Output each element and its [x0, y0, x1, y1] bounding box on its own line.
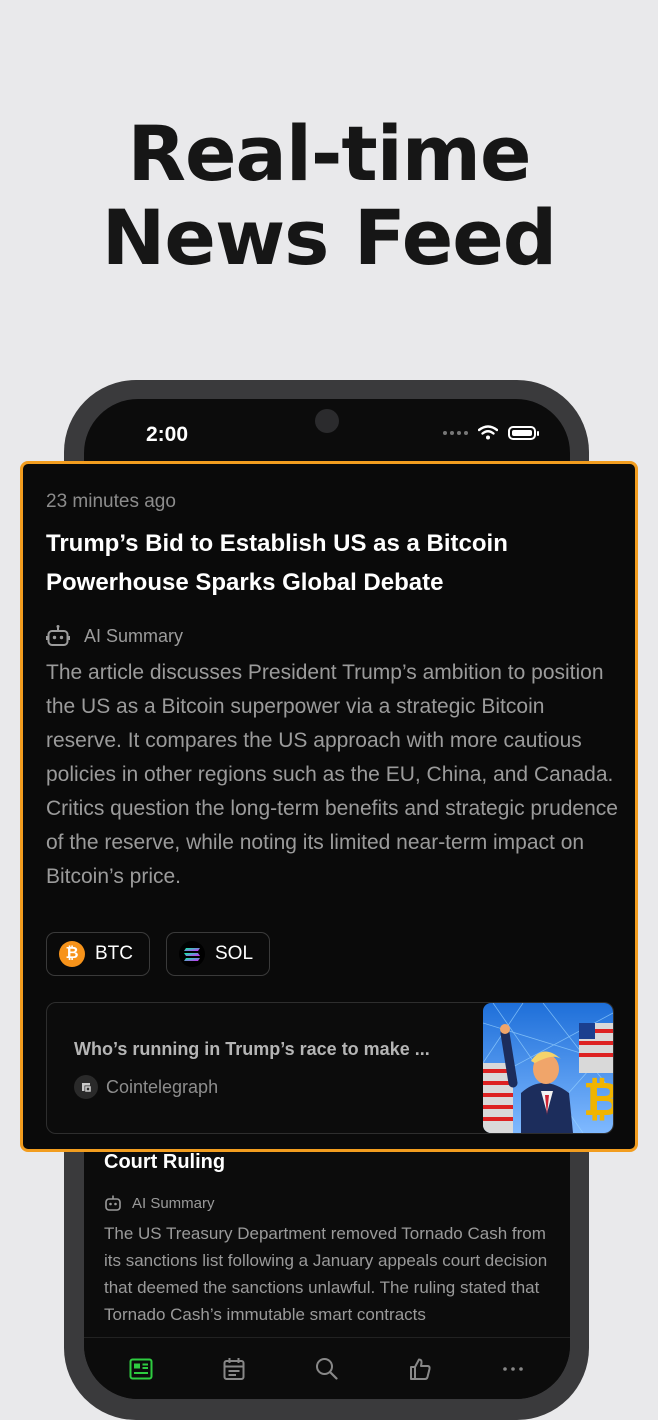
robot-icon — [46, 625, 70, 646]
ai-summary-row: AI Summary — [46, 624, 183, 648]
bitcoin-icon: ₿ — [59, 941, 85, 967]
status-time: 2:00 — [146, 423, 189, 446]
background-article-title: Court Ruling — [104, 1151, 226, 1173]
article-thumbnail[interactable]: ₿ — [483, 1003, 613, 1133]
tag-chips: ₿ BTC SOL — [46, 932, 271, 976]
more-icon — [503, 1366, 524, 1371]
wifi-icon — [478, 425, 498, 440]
background-article[interactable]: Court Ruling AI Summary The US Treasury … — [104, 1151, 554, 1328]
headline-line-2: News Feed — [101, 193, 557, 282]
bottom-tab-bar — [84, 1337, 570, 1399]
background-ai-summary-row: AI Summary — [104, 1194, 554, 1212]
tab-search[interactable] — [307, 1349, 347, 1389]
publisher-name: Cointelegraph — [106, 1076, 219, 1097]
svg-text:₿: ₿ — [583, 1072, 613, 1126]
headline-line-1: Real-time — [127, 109, 531, 198]
tag-chip-sol-label: SOL — [215, 943, 254, 964]
battery-icon — [508, 425, 539, 440]
source-article-card[interactable]: Who’s running in Trump’s race to make ..… — [46, 1002, 614, 1134]
promo-headline: Real-time News Feed — [0, 112, 658, 280]
article-time-ago: 23 minutes ago — [46, 491, 176, 512]
tab-news[interactable] — [121, 1349, 161, 1389]
tag-chip-btc-label: BTC — [95, 943, 133, 964]
source-headline: Who’s running in Trump’s race to make ..… — [74, 1039, 430, 1059]
cointelegraph-logo-icon — [74, 1075, 98, 1099]
cellular-dots-icon — [443, 430, 468, 435]
robot-icon — [105, 1195, 121, 1211]
news-icon — [129, 1358, 153, 1379]
tag-chip-btc[interactable]: ₿ BTC — [46, 932, 150, 976]
ai-summary-text: The article discusses President Trump’s … — [46, 661, 618, 888]
source-publisher: Cointelegraph — [74, 1075, 218, 1099]
tab-calendar[interactable] — [214, 1349, 254, 1389]
featured-news-card[interactable]: 23 minutes ago Trump’s Bid to Establish … — [20, 461, 638, 1152]
tag-chip-sol[interactable]: SOL — [166, 932, 271, 976]
background-ai-summary-label: AI Summary — [132, 1194, 215, 1212]
article-title[interactable]: Trump’s Bid to Establish US as a Bitcoin… — [46, 524, 606, 602]
search-icon — [316, 1358, 339, 1380]
ai-summary-label: AI Summary — [84, 625, 184, 646]
background-article-summary: The US Treasury Department removed Torna… — [104, 1224, 548, 1324]
solana-icon — [179, 941, 205, 967]
status-icons — [443, 425, 539, 440]
camera-cutout — [315, 409, 339, 433]
tab-more[interactable] — [493, 1349, 533, 1389]
tab-recommended[interactable] — [400, 1349, 440, 1389]
calendar-icon — [223, 1357, 245, 1380]
thumbs-up-icon — [410, 1358, 431, 1380]
